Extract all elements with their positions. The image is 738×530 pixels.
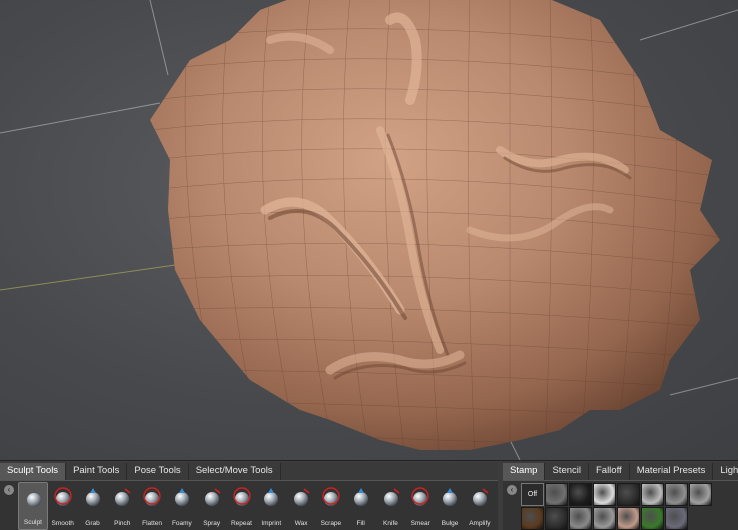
tool-pinch[interactable]: Pinch bbox=[107, 482, 137, 530]
tool-knife[interactable]: Knife bbox=[376, 482, 406, 530]
scroll-left-icon[interactable]: ‹ bbox=[4, 485, 14, 495]
stamp-grid: Off bbox=[521, 483, 712, 530]
tab-lighting[interactable]: Lighting bbox=[713, 463, 738, 480]
spray-icon bbox=[204, 488, 221, 506]
scrape-icon bbox=[322, 487, 340, 506]
fill-icon bbox=[353, 488, 368, 506]
tool-label: Scrape bbox=[320, 520, 342, 527]
tool-scrape[interactable]: Scrape bbox=[316, 482, 346, 530]
knife-icon bbox=[383, 488, 400, 506]
tool-smear[interactable]: Smear bbox=[405, 482, 435, 530]
tool-label: Foamy bbox=[171, 520, 192, 527]
tool-fill[interactable]: Fill bbox=[346, 482, 376, 530]
tool-label: Sculpt bbox=[23, 519, 42, 526]
tab-paint-tools[interactable]: Paint Tools bbox=[66, 463, 128, 480]
tool-foamy[interactable]: Foamy bbox=[167, 482, 197, 530]
tool-repeat[interactable]: Repeat bbox=[227, 482, 257, 530]
stamp-thumbnail[interactable] bbox=[641, 507, 664, 530]
sculpt-icon bbox=[27, 493, 41, 507]
stamp-thumbnail[interactable] bbox=[545, 507, 568, 530]
bulge-icon bbox=[443, 488, 458, 506]
tool-label: Fill bbox=[356, 520, 365, 527]
tool-spray[interactable]: Spray bbox=[197, 482, 227, 530]
stamp-thumbnail[interactable] bbox=[521, 507, 544, 530]
grab-icon bbox=[85, 488, 100, 506]
tool-label: Amplify bbox=[469, 520, 491, 527]
stamp-thumbnail[interactable] bbox=[689, 483, 712, 506]
tab-material-presets[interactable]: Material Presets bbox=[629, 463, 714, 480]
tool-label: Smooth bbox=[51, 520, 74, 527]
tool-tab-bar: Sculpt Tools Paint Tools Pose Tools Sele… bbox=[0, 463, 498, 480]
smear-icon bbox=[411, 487, 430, 506]
tool-label: Flatten bbox=[142, 520, 163, 527]
wax-icon bbox=[294, 488, 310, 506]
tool-label: Imprint bbox=[261, 520, 282, 527]
repeat-icon bbox=[232, 487, 251, 506]
tab-select-move-tools[interactable]: Select/Move Tools bbox=[188, 463, 281, 480]
stamp-thumbnail[interactable] bbox=[593, 507, 616, 530]
tool-shelf: Sculpt Tools Paint Tools Pose Tools Sele… bbox=[0, 460, 738, 530]
3d-viewport[interactable] bbox=[0, 0, 738, 460]
tool-label: Knife bbox=[383, 520, 398, 527]
tool-imprint[interactable]: Imprint bbox=[256, 482, 286, 530]
viewport-canvas bbox=[0, 0, 738, 460]
stamp-thumbnail[interactable] bbox=[665, 507, 688, 530]
tool-flatten[interactable]: Flatten bbox=[137, 482, 167, 530]
stamp-thumbnail[interactable] bbox=[665, 483, 688, 506]
tool-sculpt[interactable]: Sculpt bbox=[18, 482, 48, 530]
sculpt-tools-panel: ‹ Sculpt Smooth Grab Pinch Flatten Foamy Spray… bbox=[0, 480, 498, 530]
tool-bulge[interactable]: Bulge bbox=[435, 482, 465, 530]
tool-label: Pinch bbox=[114, 520, 131, 527]
stamp-panel: ‹ Off bbox=[503, 480, 738, 530]
tab-stamp[interactable]: Stamp bbox=[503, 463, 546, 480]
tab-stencil[interactable]: Stencil bbox=[545, 463, 589, 480]
stamp-thumbnail[interactable] bbox=[593, 483, 616, 506]
tool-grab[interactable]: Grab bbox=[78, 482, 108, 530]
tool-label: Spray bbox=[203, 520, 221, 527]
clay-sculpt-mesh bbox=[150, 0, 720, 450]
tab-pose-tools[interactable]: Pose Tools bbox=[127, 463, 189, 480]
tab-sculpt-tools[interactable]: Sculpt Tools bbox=[0, 463, 67, 480]
stamp-thumbnail[interactable] bbox=[569, 507, 592, 530]
pinch-icon bbox=[115, 488, 131, 506]
tool-wax[interactable]: Wax bbox=[286, 482, 316, 530]
flatten-icon bbox=[143, 487, 161, 506]
tool-label: Wax bbox=[294, 520, 308, 527]
tool-label: Repeat bbox=[230, 520, 252, 527]
smooth-icon bbox=[54, 487, 72, 506]
tab-falloff[interactable]: Falloff bbox=[588, 463, 630, 480]
scroll-left-icon[interactable]: ‹ bbox=[507, 485, 517, 495]
tools-row: Sculpt Smooth Grab Pinch Flatten Foamy Spray Re… bbox=[18, 482, 495, 530]
tool-amplify[interactable]: Amplify bbox=[465, 482, 495, 530]
amplify-icon bbox=[472, 488, 489, 506]
stamp-thumbnail[interactable] bbox=[617, 507, 640, 530]
stamp-off-button[interactable]: Off bbox=[521, 483, 544, 506]
tool-smooth[interactable]: Smooth bbox=[48, 482, 78, 530]
imprint-icon bbox=[264, 488, 279, 506]
stamp-thumbnail[interactable] bbox=[545, 483, 568, 506]
tool-label: Smear bbox=[410, 520, 430, 527]
stamp-thumbnail[interactable] bbox=[641, 483, 664, 506]
properties-tab-bar: Stamp Stencil Falloff Material Presets L… bbox=[503, 463, 738, 480]
foamy-icon bbox=[174, 488, 189, 506]
stamp-thumbnail[interactable] bbox=[617, 483, 640, 506]
stamp-thumbnail[interactable] bbox=[569, 483, 592, 506]
tool-label: Bulge bbox=[441, 520, 459, 527]
tool-label: Grab bbox=[85, 520, 100, 527]
